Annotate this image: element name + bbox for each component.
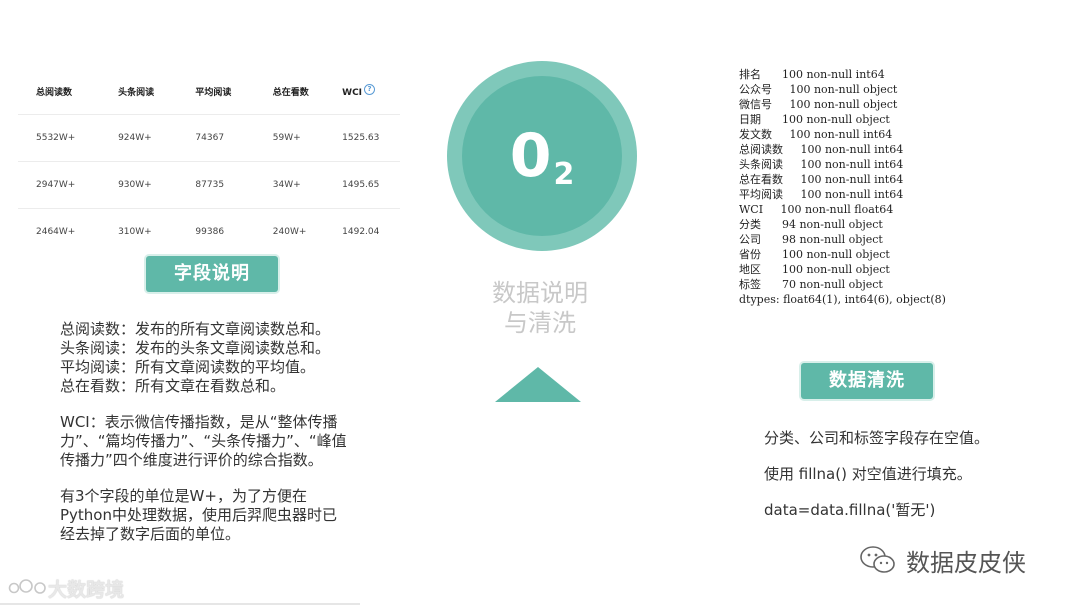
text-line: 总在看数：所有文章在看数总和。 (60, 377, 286, 395)
text-line: 头条阅读：发布的头条文章阅读数总和。 (60, 339, 331, 357)
header-total-reads: 总阅读数 (36, 87, 73, 98)
watermark-text: 数据皮皮侠 (906, 548, 1026, 577)
field-description-text: 总阅读数：发布的所有文章阅读数总和。 头条阅读：发布的头条文章阅读数总和。 平均… (60, 320, 370, 544)
text-line: Python中处理数据，使用后羿爬虫器时已 (60, 506, 337, 524)
dtype-row: 公众号 100 non-null object (739, 83, 898, 96)
table-cell: 1525.63 (332, 114, 400, 162)
table-cell: 2947W+ (18, 161, 101, 209)
wechat-watermark: 数据皮皮侠 (860, 540, 1026, 580)
section-title-line: 数据说明 (492, 279, 588, 307)
triangle-decoration (495, 367, 581, 402)
code-line: data=data.fillna('暂无') (764, 501, 936, 519)
section-number-circle: 02 (447, 61, 637, 251)
header-headline-reads: 头条阅读 (118, 87, 155, 98)
dtype-summary: dtypes: float64(1), int64(6), object(8) (739, 293, 946, 306)
table-cell: 34W+ (254, 161, 333, 209)
stats-table: 总阅读数 头条阅读 平均阅读 总在看数 WCI? 5532W+ 924W+ 74… (18, 68, 400, 255)
bottom-divider (0, 603, 360, 605)
dtype-row: 微信号 100 non-null object (739, 98, 898, 111)
text-line: 传播力”四个维度进行评价的综合指数。 (60, 451, 323, 469)
table-row: 2947W+ 930W+ 87735 34W+ 1495.65 (18, 161, 400, 209)
dtype-row: 头条阅读 100 non-null int64 (739, 158, 904, 171)
stats-table-card: 总阅读数 头条阅读 平均阅读 总在看数 WCI? 5532W+ 924W+ 74… (18, 68, 400, 255)
dtype-row: 公司 98 non-null object (739, 233, 883, 246)
dtype-row: 平均阅读 100 non-null int64 (739, 188, 904, 201)
table-cell: 99386 (177, 208, 255, 255)
logo-icon (8, 579, 46, 594)
table-cell: 74367 (177, 114, 255, 162)
brand-logo: 大数跨境 (8, 575, 124, 601)
table-cell: 5532W+ (18, 114, 101, 162)
text-line: 力”、“篇均传播力”、“头条传播力”、“峰值 (60, 432, 347, 450)
dtype-row: WCI 100 non-null float64 (739, 203, 894, 216)
text-line: 平均阅读：所有文章阅读数的平均值。 (60, 358, 316, 376)
table-cell: 1492.04 (332, 208, 400, 255)
wci-label: WCI (342, 88, 363, 98)
table-cell: 87735 (177, 161, 255, 209)
help-icon[interactable]: ? (364, 84, 376, 95)
table-row: 2464W+ 310W+ 99386 240W+ 1492.04 (18, 208, 400, 255)
section-number-main: 0 (509, 121, 552, 191)
dtype-row: 地区 100 non-null object (739, 263, 890, 276)
section-number-sub: 2 (553, 157, 575, 192)
dtype-row: 排名 100 non-null int64 (739, 68, 885, 81)
table-cell: 59W+ (254, 114, 333, 162)
dtypes-info-block: 排名 100 non-null int64 公众号 100 non-null o… (739, 67, 1069, 307)
dtype-row: 日期 100 non-null object (739, 113, 890, 126)
table-row: 5532W+ 924W+ 74367 59W+ 1525.63 (18, 114, 400, 162)
text-line: 分类、公司和标签字段存在空值。 (764, 429, 990, 447)
table-cell: 240W+ (254, 208, 333, 255)
dtype-row: 分类 94 non-null object (739, 218, 883, 231)
dtype-row: 标签 70 non-null object (739, 278, 883, 291)
header-total-likes: 总在看数 (272, 87, 309, 98)
section-number-inner: 02 (462, 76, 622, 236)
dtype-row: 总在看数 100 non-null int64 (739, 173, 904, 186)
table-cell: 310W+ (100, 208, 178, 255)
table-cell: 1495.65 (332, 161, 400, 209)
data-cleaning-badge: 数据清洗 (801, 363, 933, 399)
table-cell: 930W+ (100, 161, 178, 209)
table-cell: 2464W+ (18, 208, 101, 255)
text-line: 有3个字段的单位是W+，为了方便在 (60, 487, 307, 505)
text-line: 总阅读数：发布的所有文章阅读数总和。 (60, 320, 331, 338)
text-line: 使用 fillna() 对空值进行填充。 (764, 465, 972, 483)
logo-text: 大数跨境 (48, 578, 125, 601)
table-cell: 924W+ (100, 114, 178, 162)
section-title: 数据说明 与清洗 (470, 278, 610, 338)
header-wci: WCI? (332, 68, 400, 115)
wechat-icon (860, 545, 896, 575)
section-title-line: 与清洗 (504, 309, 576, 337)
dtype-row: 总阅读数 100 non-null int64 (739, 143, 904, 156)
dtype-row: 发文数 100 non-null int64 (739, 128, 893, 141)
header-avg-reads: 平均阅读 (195, 87, 232, 98)
field-description-badge: 字段说明 (146, 256, 278, 292)
table-header-row: 总阅读数 头条阅读 平均阅读 总在看数 WCI? (18, 68, 400, 115)
text-line: 经去掉了数字后面的单位。 (60, 525, 241, 543)
text-line: WCI：表示微信传播指数，是从“整体传播 (60, 413, 338, 431)
data-cleaning-text: 分类、公司和标签字段存在空值。 使用 fillna() 对空值进行填充。 dat… (764, 425, 1064, 533)
dtype-row: 省份 100 non-null object (739, 248, 890, 261)
